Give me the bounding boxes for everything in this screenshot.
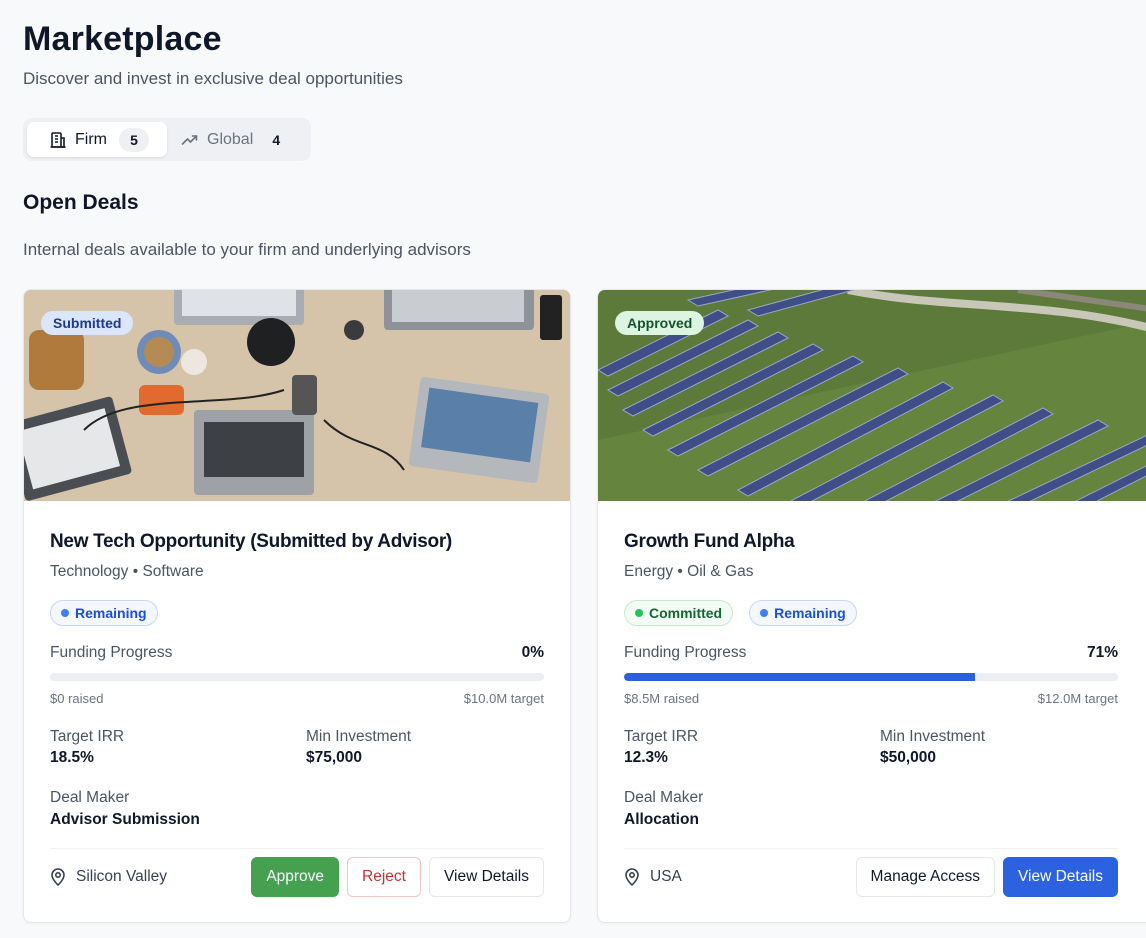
deal-title[interactable]: Growth Fund Alpha xyxy=(624,531,795,553)
tab-firm-label: Firm xyxy=(75,130,107,148)
map-pin-icon xyxy=(51,868,65,886)
deal-tags: Committed Remaining xyxy=(624,600,857,626)
building-icon xyxy=(49,131,67,149)
deal-card: Approved Growth Fund Alpha Energy • Oil … xyxy=(597,289,1146,923)
tag-label: Committed xyxy=(649,605,723,621)
status-badge: Submitted xyxy=(41,311,134,335)
status-badge: Approved xyxy=(615,311,705,335)
section-description: Internal deals available to your firm an… xyxy=(23,240,471,259)
location-text: USA xyxy=(650,868,682,885)
amount-target: $10.0M target xyxy=(463,691,544,706)
funding-label: Funding Progress xyxy=(50,644,173,661)
deal-maker-value: Advisor Submission xyxy=(50,811,200,828)
min-investment-label: Min Investment xyxy=(306,728,412,745)
funding-label: Funding Progress xyxy=(624,644,747,661)
irr-value: 18.5% xyxy=(50,749,94,766)
irr-value: 12.3% xyxy=(624,749,668,766)
location-text: Silicon Valley xyxy=(76,868,168,885)
divider xyxy=(624,848,1118,849)
status-dot-icon xyxy=(760,609,769,617)
section-title: Open Deals xyxy=(23,191,139,214)
tag-committed: Committed xyxy=(624,600,734,626)
status-dot-icon xyxy=(61,609,69,617)
funding-progress-bar xyxy=(50,673,544,681)
deal-actions: Approve Reject View Details xyxy=(251,857,544,897)
page-subtitle: Discover and invest in exclusive deal op… xyxy=(23,69,403,88)
funding-progress-fill xyxy=(624,673,975,681)
deal-title[interactable]: New Tech Opportunity (Submitted by Advis… xyxy=(50,531,452,553)
min-investment-label: Min Investment xyxy=(880,728,986,745)
deal-maker-label: Deal Maker xyxy=(50,789,130,806)
tag-label: Remaining xyxy=(75,605,147,621)
map-pin-icon xyxy=(625,868,639,886)
min-investment-value: $75,000 xyxy=(306,749,363,766)
tab-global-label: Global xyxy=(207,130,254,148)
min-investment-value: $50,000 xyxy=(880,749,937,766)
manage-access-button[interactable]: Manage Access xyxy=(855,857,995,897)
amount-raised: $0 raised xyxy=(50,691,104,706)
funding-percent: 0% xyxy=(521,644,544,661)
tab-firm-count: 5 xyxy=(118,127,149,152)
irr-label: Target IRR xyxy=(624,728,699,745)
tab-firm[interactable]: Firm 5 xyxy=(27,122,167,157)
deal-location: Silicon Valley xyxy=(50,857,167,897)
trending-up-icon xyxy=(181,131,199,149)
view-details-button[interactable]: View Details xyxy=(428,857,544,897)
tag-remaining: Remaining xyxy=(50,600,158,626)
deal-sector: Energy • Oil & Gas xyxy=(624,563,754,580)
deal-maker-label: Deal Maker xyxy=(624,789,704,806)
amount-target: $12.0M target xyxy=(1037,691,1118,706)
funding-progress-bar xyxy=(624,673,1118,681)
tab-global[interactable]: Global 4 xyxy=(167,122,307,157)
deal-actions: Manage Access View Details xyxy=(855,857,1118,897)
tag-label: Remaining xyxy=(774,605,846,621)
deal-location: USA xyxy=(624,857,682,897)
irr-label: Target IRR xyxy=(50,728,125,745)
tag-remaining: Remaining xyxy=(749,600,857,626)
deal-sector: Technology • Software xyxy=(50,563,204,580)
scope-tabs: Firm 5 Global 4 xyxy=(23,118,311,161)
reject-button[interactable]: Reject xyxy=(347,857,421,897)
deal-tags: Remaining xyxy=(50,600,158,626)
tab-global-count: 4 xyxy=(272,131,281,148)
deal-image-solar-farm: Approved xyxy=(598,290,1146,501)
approve-button[interactable]: Approve xyxy=(251,857,340,897)
deal-card: Submitted New Tech Opportunity (Submitte… xyxy=(23,289,571,923)
divider xyxy=(50,848,544,849)
status-dot-icon xyxy=(635,609,643,617)
view-details-button[interactable]: View Details xyxy=(1002,857,1118,897)
funding-percent: 71% xyxy=(1086,644,1118,661)
amount-raised: $8.5M raised xyxy=(624,691,700,706)
deal-maker-value: Allocation xyxy=(624,811,699,828)
deal-image-laptops: Submitted xyxy=(24,290,570,501)
page-title: Marketplace xyxy=(23,20,222,58)
